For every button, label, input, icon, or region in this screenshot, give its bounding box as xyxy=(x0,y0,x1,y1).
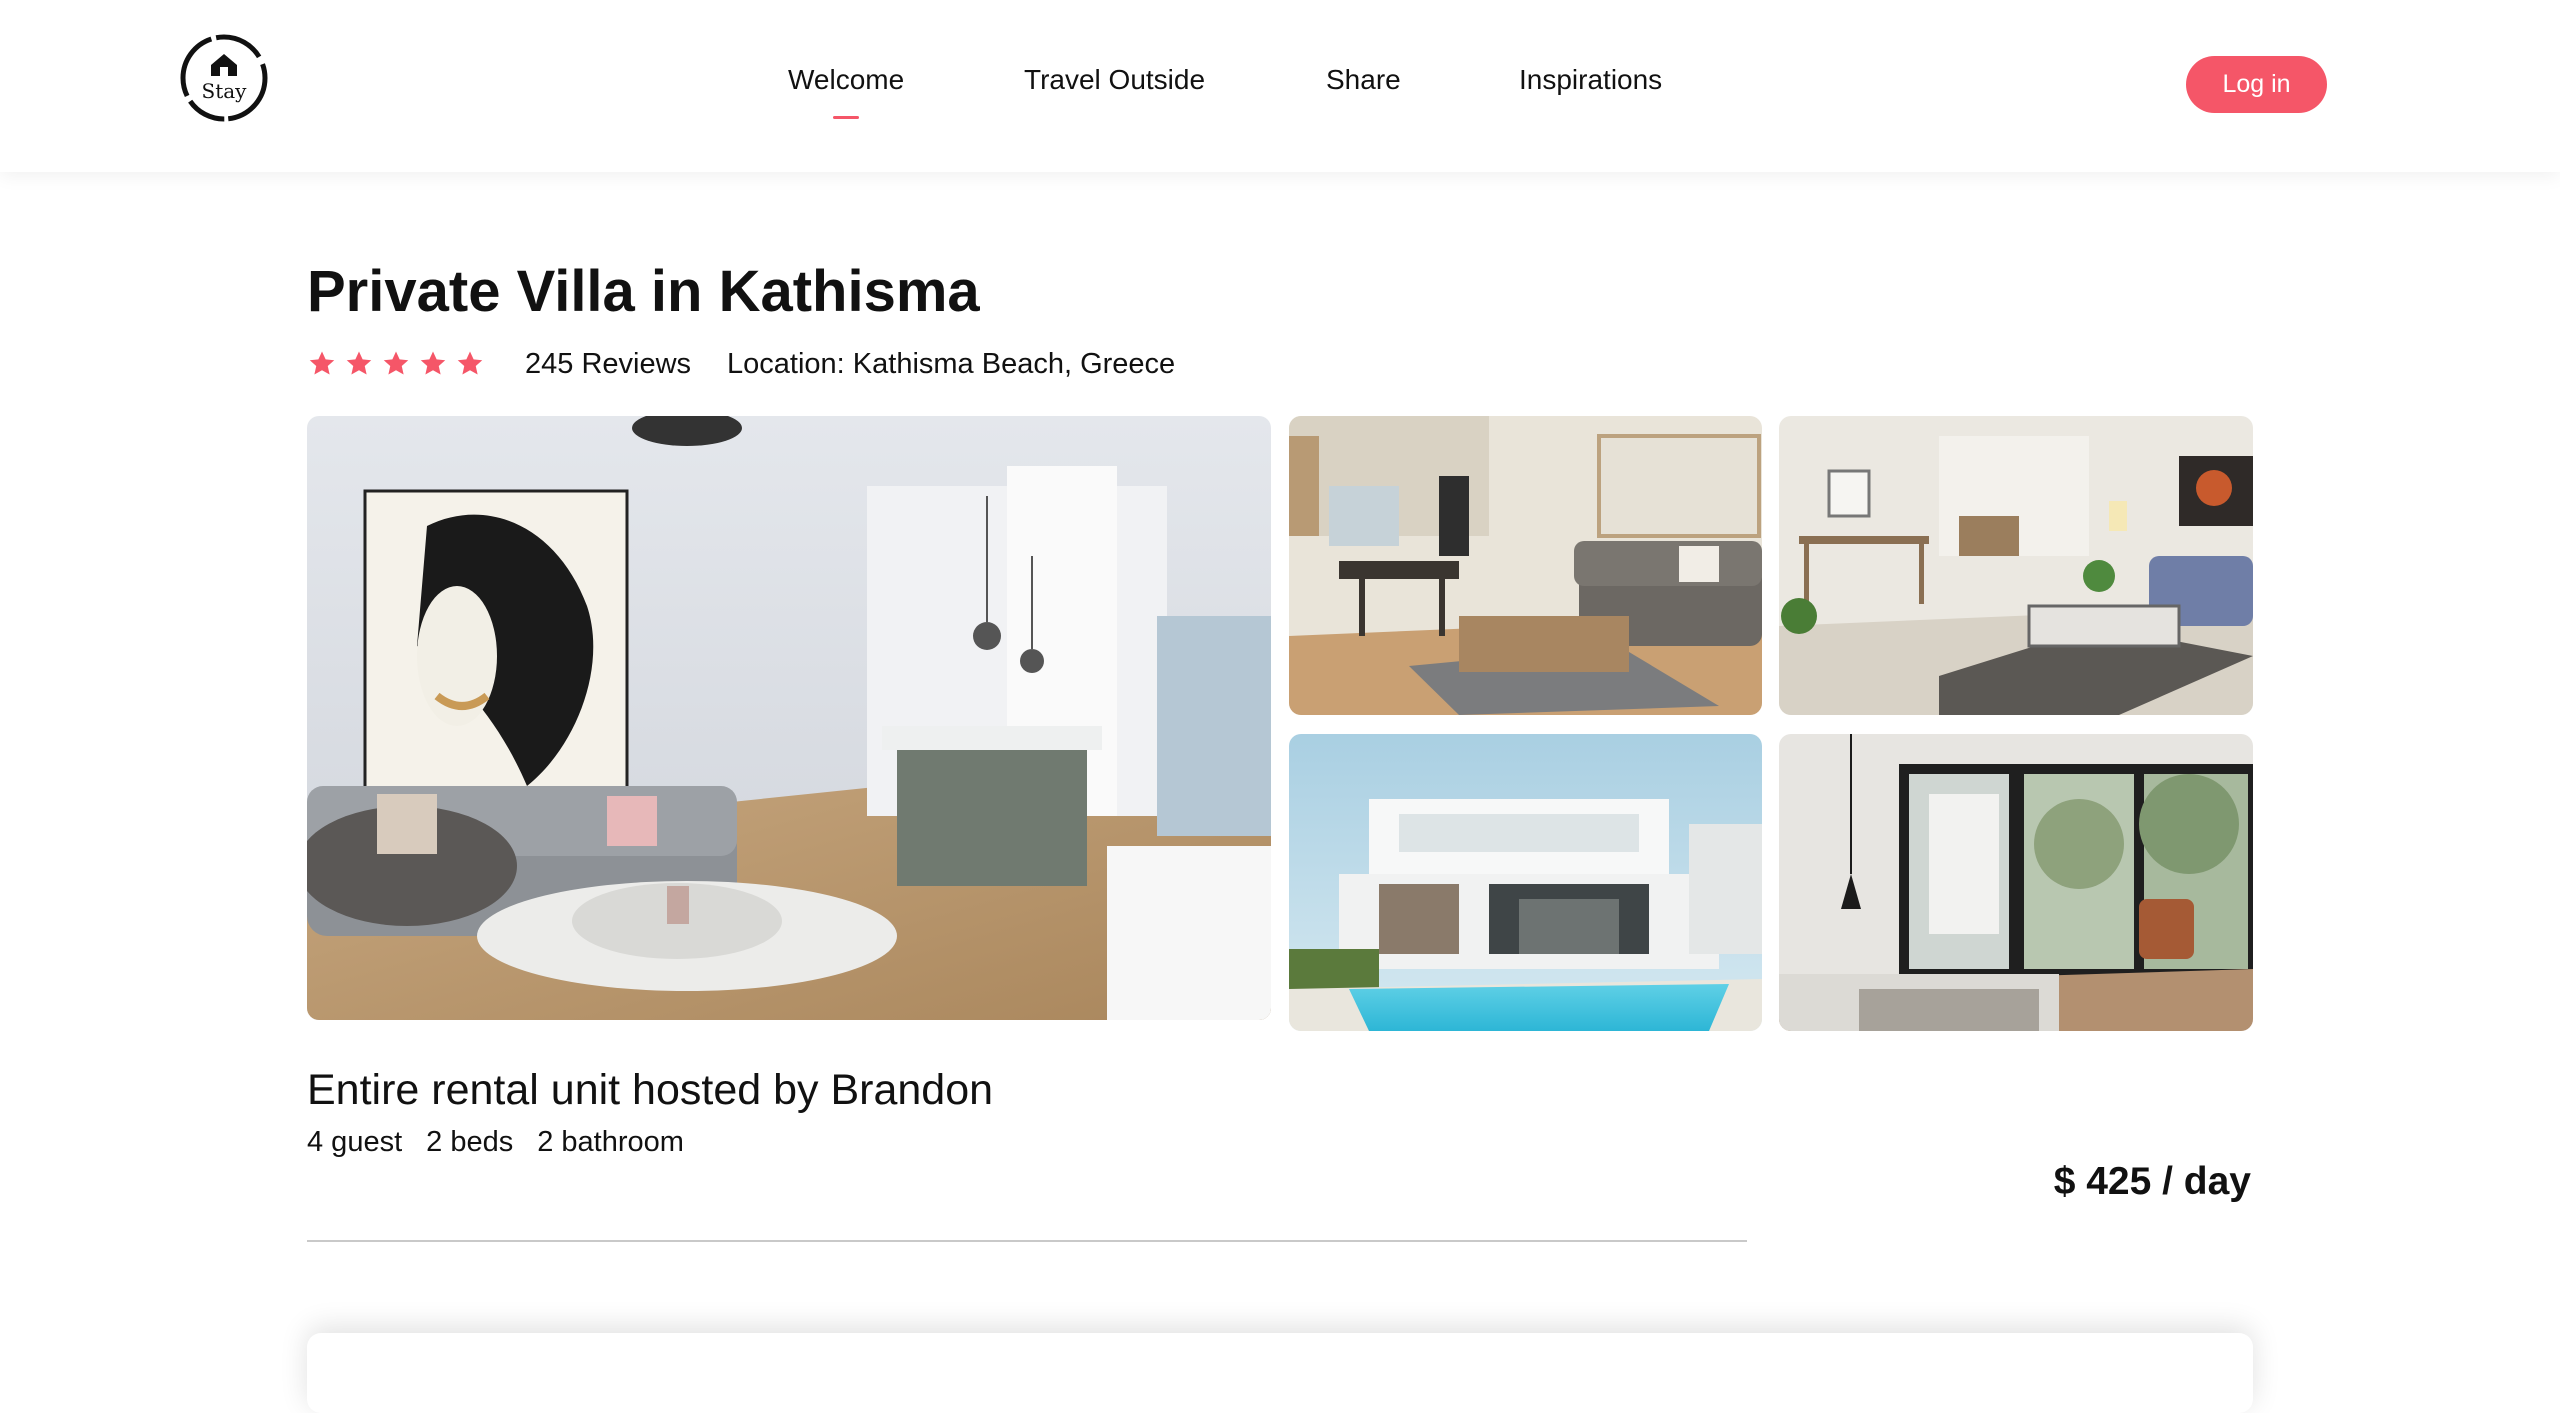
rating-stars xyxy=(307,349,485,379)
gallery-photo-4[interactable] xyxy=(1289,734,1762,1031)
host-line: Entire rental unit hosted by Brandon xyxy=(307,1066,994,1114)
star-icon xyxy=(383,351,409,375)
bedroom-window-photo-icon xyxy=(1779,734,2253,1031)
nav-item-travel-outside[interactable]: Travel Outside xyxy=(1024,64,1205,96)
top-navbar: Stay Welcome Travel Outside Share Inspir… xyxy=(0,0,2560,172)
gallery-photo-2[interactable] xyxy=(1289,416,1762,715)
star-icon xyxy=(346,351,372,375)
spec-beds: 2 beds xyxy=(426,1126,514,1158)
listing-meta: 245 Reviews Location: Kathisma Beach, Gr… xyxy=(307,345,1175,383)
modern-villa-pool-photo-icon xyxy=(1289,734,1762,1031)
nav-item-welcome[interactable]: Welcome xyxy=(788,64,904,119)
location-text: Location: Kathisma Beach, Greece xyxy=(727,347,1176,380)
star-icon xyxy=(457,351,483,375)
gallery-photo-3[interactable] xyxy=(1779,416,2253,715)
gallery-photo-main[interactable] xyxy=(307,416,1271,1020)
listing-title: Private Villa in Kathisma xyxy=(307,259,980,324)
nav-item-share[interactable]: Share xyxy=(1326,64,1401,96)
booking-card xyxy=(307,1333,2253,1413)
nav-item-inspirations[interactable]: Inspirations xyxy=(1519,64,1662,96)
main-nav: Welcome Travel Outside Share Inspiration… xyxy=(0,64,2560,124)
listing-specs: 4 guest 2 beds 2 bathroom xyxy=(307,1126,684,1159)
price-per-day: $ 425 / day xyxy=(2053,1160,2251,1203)
reviews-count[interactable]: 245 Reviews xyxy=(525,348,691,381)
section-divider xyxy=(307,1240,1747,1242)
spec-bathrooms: 2 bathroom xyxy=(537,1126,684,1158)
login-button[interactable]: Log in xyxy=(2186,56,2327,113)
living-room-dining-photo-icon xyxy=(1289,416,1762,715)
star-icon xyxy=(309,351,335,375)
gallery-photo-5[interactable] xyxy=(1779,734,2253,1031)
living-room-kitchen-photo-icon xyxy=(307,416,1271,1020)
spec-guests: 4 guest xyxy=(307,1126,403,1158)
living-room-carpet-photo-icon xyxy=(1779,416,2253,715)
star-icon xyxy=(420,351,446,375)
